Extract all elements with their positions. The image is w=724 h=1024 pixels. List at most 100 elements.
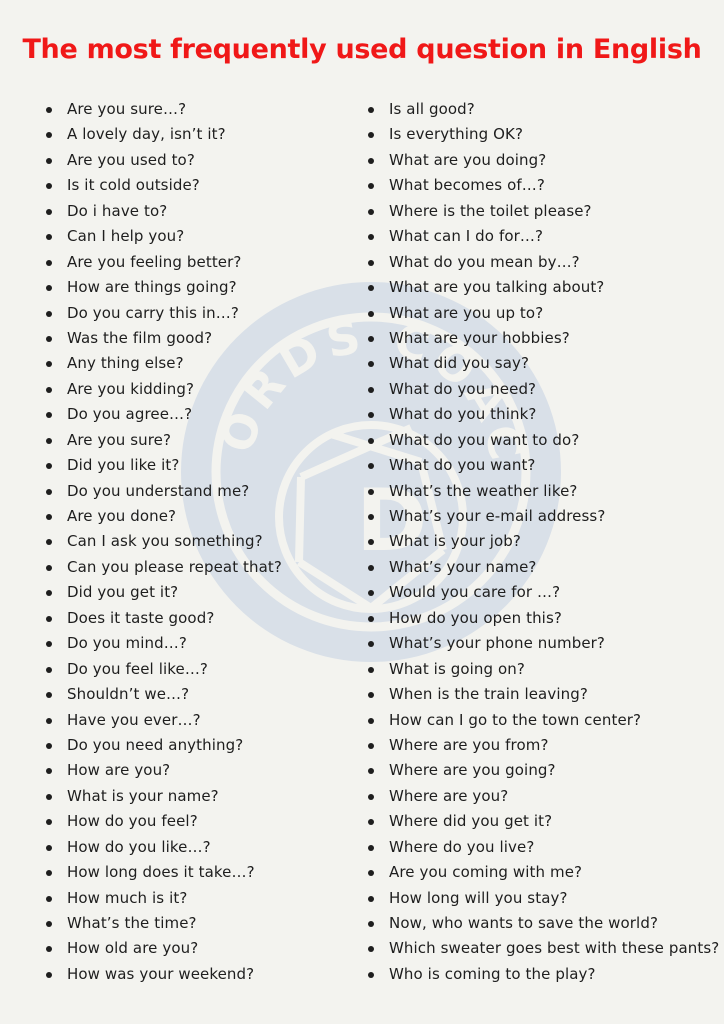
bullet-icon xyxy=(368,132,374,139)
question-list-item: Where do you live? xyxy=(368,835,719,860)
question-text: How was your weekend? xyxy=(67,964,255,983)
question-list-item: When is the train leaving? xyxy=(368,682,719,707)
question-list-item: Did you get it? xyxy=(46,580,282,605)
question-text: Are you used to? xyxy=(67,150,195,169)
question-list-item: Are you sure? xyxy=(46,428,282,453)
question-list-item: How much is it? xyxy=(46,886,282,911)
bullet-icon xyxy=(46,539,52,546)
question-text: What do you mean by…? xyxy=(389,252,580,271)
bullet-icon xyxy=(368,946,374,953)
question-list-item: What becomes of…? xyxy=(368,173,719,198)
question-list-item: Are you kidding? xyxy=(46,377,282,402)
question-list-item: Where are you from? xyxy=(368,733,719,758)
bullet-icon xyxy=(46,463,52,470)
question-list-item: Is everything OK? xyxy=(368,122,719,147)
question-list-left: Are you sure…? A lovely day, isn’t it? Are… xyxy=(46,97,282,987)
question-list-item: How long does it take…? xyxy=(46,860,282,885)
question-list-item: What is going on? xyxy=(368,657,719,682)
question-text: Can I ask you something? xyxy=(67,532,263,551)
bullet-icon xyxy=(368,590,374,597)
question-text: What can I do for…? xyxy=(389,227,544,246)
bullet-icon xyxy=(46,310,52,317)
question-list-item: What is your name? xyxy=(46,784,282,809)
bullet-icon xyxy=(368,259,374,266)
bullet-icon xyxy=(368,768,374,775)
question-text: Are you sure…? xyxy=(67,100,187,118)
question-text: How are things going? xyxy=(67,278,237,297)
bullet-icon xyxy=(46,666,52,673)
question-text: How do you like…? xyxy=(67,837,211,856)
question-list-item: Shouldn’t we…? xyxy=(46,682,282,707)
question-list-item: Are you feeling better? xyxy=(46,250,282,275)
question-text: Have you ever…? xyxy=(67,710,201,729)
question-text: Do you carry this in…? xyxy=(67,303,239,322)
question-text: Do you understand me? xyxy=(67,481,250,500)
question-list-item: Do you need anything? xyxy=(46,733,282,758)
bullet-icon xyxy=(46,361,52,368)
question-list-item: Where are you going? xyxy=(368,758,719,783)
bullet-icon xyxy=(46,971,52,978)
question-list-item: Are you sure…? xyxy=(46,97,282,122)
question-text: What’s your phone number? xyxy=(389,634,605,653)
question-list-item: How are things going? xyxy=(46,275,282,300)
bullet-icon xyxy=(46,768,52,775)
question-list-item: What’s your phone number? xyxy=(368,631,719,656)
question-text: Is it cold outside? xyxy=(67,176,200,195)
question-text: Where are you going? xyxy=(389,761,556,780)
bullet-icon xyxy=(46,819,52,826)
question-list-item: Would you care for …? xyxy=(368,580,719,605)
bullet-icon xyxy=(368,285,374,292)
question-text: Did you like it? xyxy=(67,456,180,475)
question-list-item: What are you doing? xyxy=(368,148,719,173)
question-list-item: How do you open this? xyxy=(368,606,719,631)
bullet-icon xyxy=(368,641,374,648)
question-list-item: What are you talking about? xyxy=(368,275,719,300)
bullet-icon xyxy=(368,107,374,113)
question-text: What do you need? xyxy=(389,379,537,398)
question-text: Do you feel like…? xyxy=(67,659,208,678)
question-text: How old are you? xyxy=(67,939,199,958)
bullet-icon xyxy=(46,183,52,190)
bullet-icon xyxy=(368,183,374,190)
bullet-icon xyxy=(46,692,52,699)
question-list-item: Can you please repeat that? xyxy=(46,555,282,580)
question-list-item: What’s the time? xyxy=(46,911,282,936)
bullet-icon xyxy=(368,615,374,622)
bullet-icon xyxy=(368,463,374,470)
question-list-item: What are you up to? xyxy=(368,301,719,326)
bullet-icon xyxy=(46,615,52,622)
question-text: How long will you stay? xyxy=(389,888,568,907)
question-list-item: What’s your e-mail address? xyxy=(368,504,719,529)
bullet-icon xyxy=(46,921,52,927)
question-list-item: What did you say? xyxy=(368,351,719,376)
question-list-item: What’s your name? xyxy=(368,555,719,580)
bullet-icon xyxy=(46,717,52,724)
question-text: Where did you get it? xyxy=(389,812,553,831)
bullet-icon xyxy=(46,641,52,648)
question-text: What are your hobbies? xyxy=(389,328,570,347)
bullet-icon xyxy=(368,335,374,342)
question-list-item: A lovely day, isn’t it? xyxy=(46,122,282,147)
question-list-item: Do you feel like…? xyxy=(46,657,282,682)
question-text: Can you please repeat that? xyxy=(67,557,282,576)
bullet-icon xyxy=(46,132,52,139)
question-list-item: Who is coming to the play? xyxy=(368,962,719,987)
question-text: What is your name? xyxy=(67,786,219,805)
question-text: Can I help you? xyxy=(67,227,185,246)
bullet-icon xyxy=(46,564,52,571)
question-list-item: Have you ever…? xyxy=(46,708,282,733)
question-list-item: How can I go to the town center? xyxy=(368,708,719,733)
bullet-icon xyxy=(46,514,52,520)
bullet-icon xyxy=(46,234,52,241)
bullet-icon xyxy=(46,437,52,444)
bullet-icon xyxy=(368,208,374,215)
question-text: Does it taste good? xyxy=(67,608,215,627)
bullet-icon xyxy=(368,514,374,520)
question-text: Are you coming with me? xyxy=(389,863,583,882)
bullet-icon xyxy=(46,742,52,749)
question-text: Are you done? xyxy=(67,507,177,525)
question-text: Now, who wants to save the world? xyxy=(389,914,659,932)
bullet-icon xyxy=(368,386,374,393)
bullet-icon xyxy=(368,310,374,317)
question-list-item: Are you coming with me? xyxy=(368,860,719,885)
